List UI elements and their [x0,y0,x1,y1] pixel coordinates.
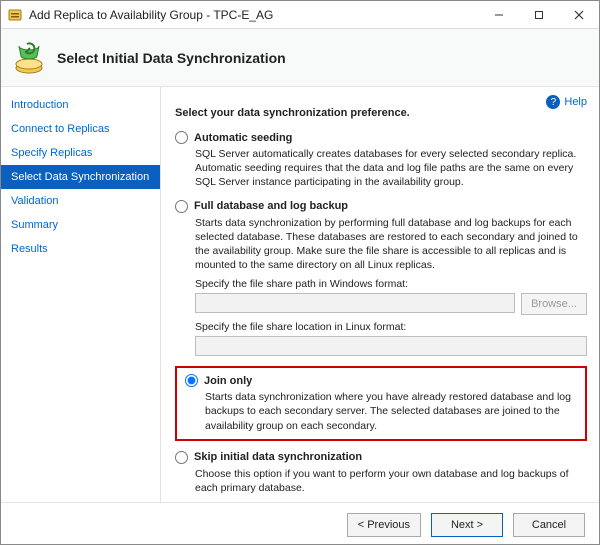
windows-share-label: Specify the file share path in Windows f… [195,278,587,290]
option-full-backup: Full database and log backup Starts data… [175,200,587,357]
help-link[interactable]: ? Help [546,95,587,109]
page-title: Select Initial Data Synchronization [57,50,286,66]
sidebar-item-validation[interactable]: Validation [1,189,160,213]
label-join-only: Join only [204,375,252,387]
label-skip-sync: Skip initial data synchronization [194,451,362,463]
linux-share-field: Specify the file share location in Linux… [195,321,587,356]
radio-automatic-seeding[interactable] [175,131,188,144]
wizard-header: Select Initial Data Synchronization [1,29,599,87]
window-title: Add Replica to Availability Group - TPC-… [29,8,479,22]
option-join-only: Join only Starts data synchronization wh… [185,374,577,433]
cancel-button[interactable]: Cancel [513,513,585,537]
sidebar-item-connect-replicas[interactable]: Connect to Replicas [1,117,160,141]
windows-share-field: Specify the file share path in Windows f… [195,278,587,315]
wizard-sidebar: Introduction Connect to Replicas Specify… [1,87,161,502]
option-skip-sync: Skip initial data synchronization Choose… [175,451,587,495]
maximize-button[interactable] [519,1,559,28]
next-button[interactable]: Next > [431,513,503,537]
desc-join-only: Starts data synchronization where you ha… [205,390,577,433]
sidebar-item-summary[interactable]: Summary [1,213,160,237]
previous-button[interactable]: < Previous [347,513,421,537]
app-icon [7,7,23,23]
wizard-content: ? Help Select your data synchronization … [161,87,599,502]
browse-button[interactable]: Browse... [521,293,587,315]
help-icon: ? [546,95,560,109]
option-automatic-seeding: Automatic seeding SQL Server automatical… [175,131,587,190]
close-button[interactable] [559,1,599,28]
highlight-join-only: Join only Starts data synchronization wh… [175,366,587,441]
wizard-icon [11,40,47,76]
desc-automatic-seeding: SQL Server automatically creates databas… [195,147,587,190]
radio-full-backup[interactable] [175,200,188,213]
radio-join-only[interactable] [185,374,198,387]
linux-share-input[interactable] [195,336,587,356]
sidebar-item-select-data-sync[interactable]: Select Data Synchronization [1,165,160,189]
radio-skip-sync[interactable] [175,451,188,464]
wizard-body: Introduction Connect to Replicas Specify… [1,87,599,502]
label-automatic-seeding: Automatic seeding [194,132,292,144]
sidebar-item-results[interactable]: Results [1,237,160,261]
content-heading: Select your data synchronization prefere… [175,107,587,119]
label-full-backup: Full database and log backup [194,200,348,212]
desc-skip-sync: Choose this option if you want to perfor… [195,467,587,495]
sidebar-item-introduction[interactable]: Introduction [1,93,160,117]
wizard-footer: < Previous Next > Cancel [1,502,599,546]
linux-share-label: Specify the file share location in Linux… [195,321,587,333]
titlebar: Add Replica to Availability Group - TPC-… [1,1,599,29]
sidebar-item-specify-replicas[interactable]: Specify Replicas [1,141,160,165]
windows-share-input[interactable] [195,293,515,313]
minimize-button[interactable] [479,1,519,28]
window-controls [479,1,599,28]
desc-full-backup: Starts data synchronization by performin… [195,216,587,273]
help-label: Help [564,96,587,108]
